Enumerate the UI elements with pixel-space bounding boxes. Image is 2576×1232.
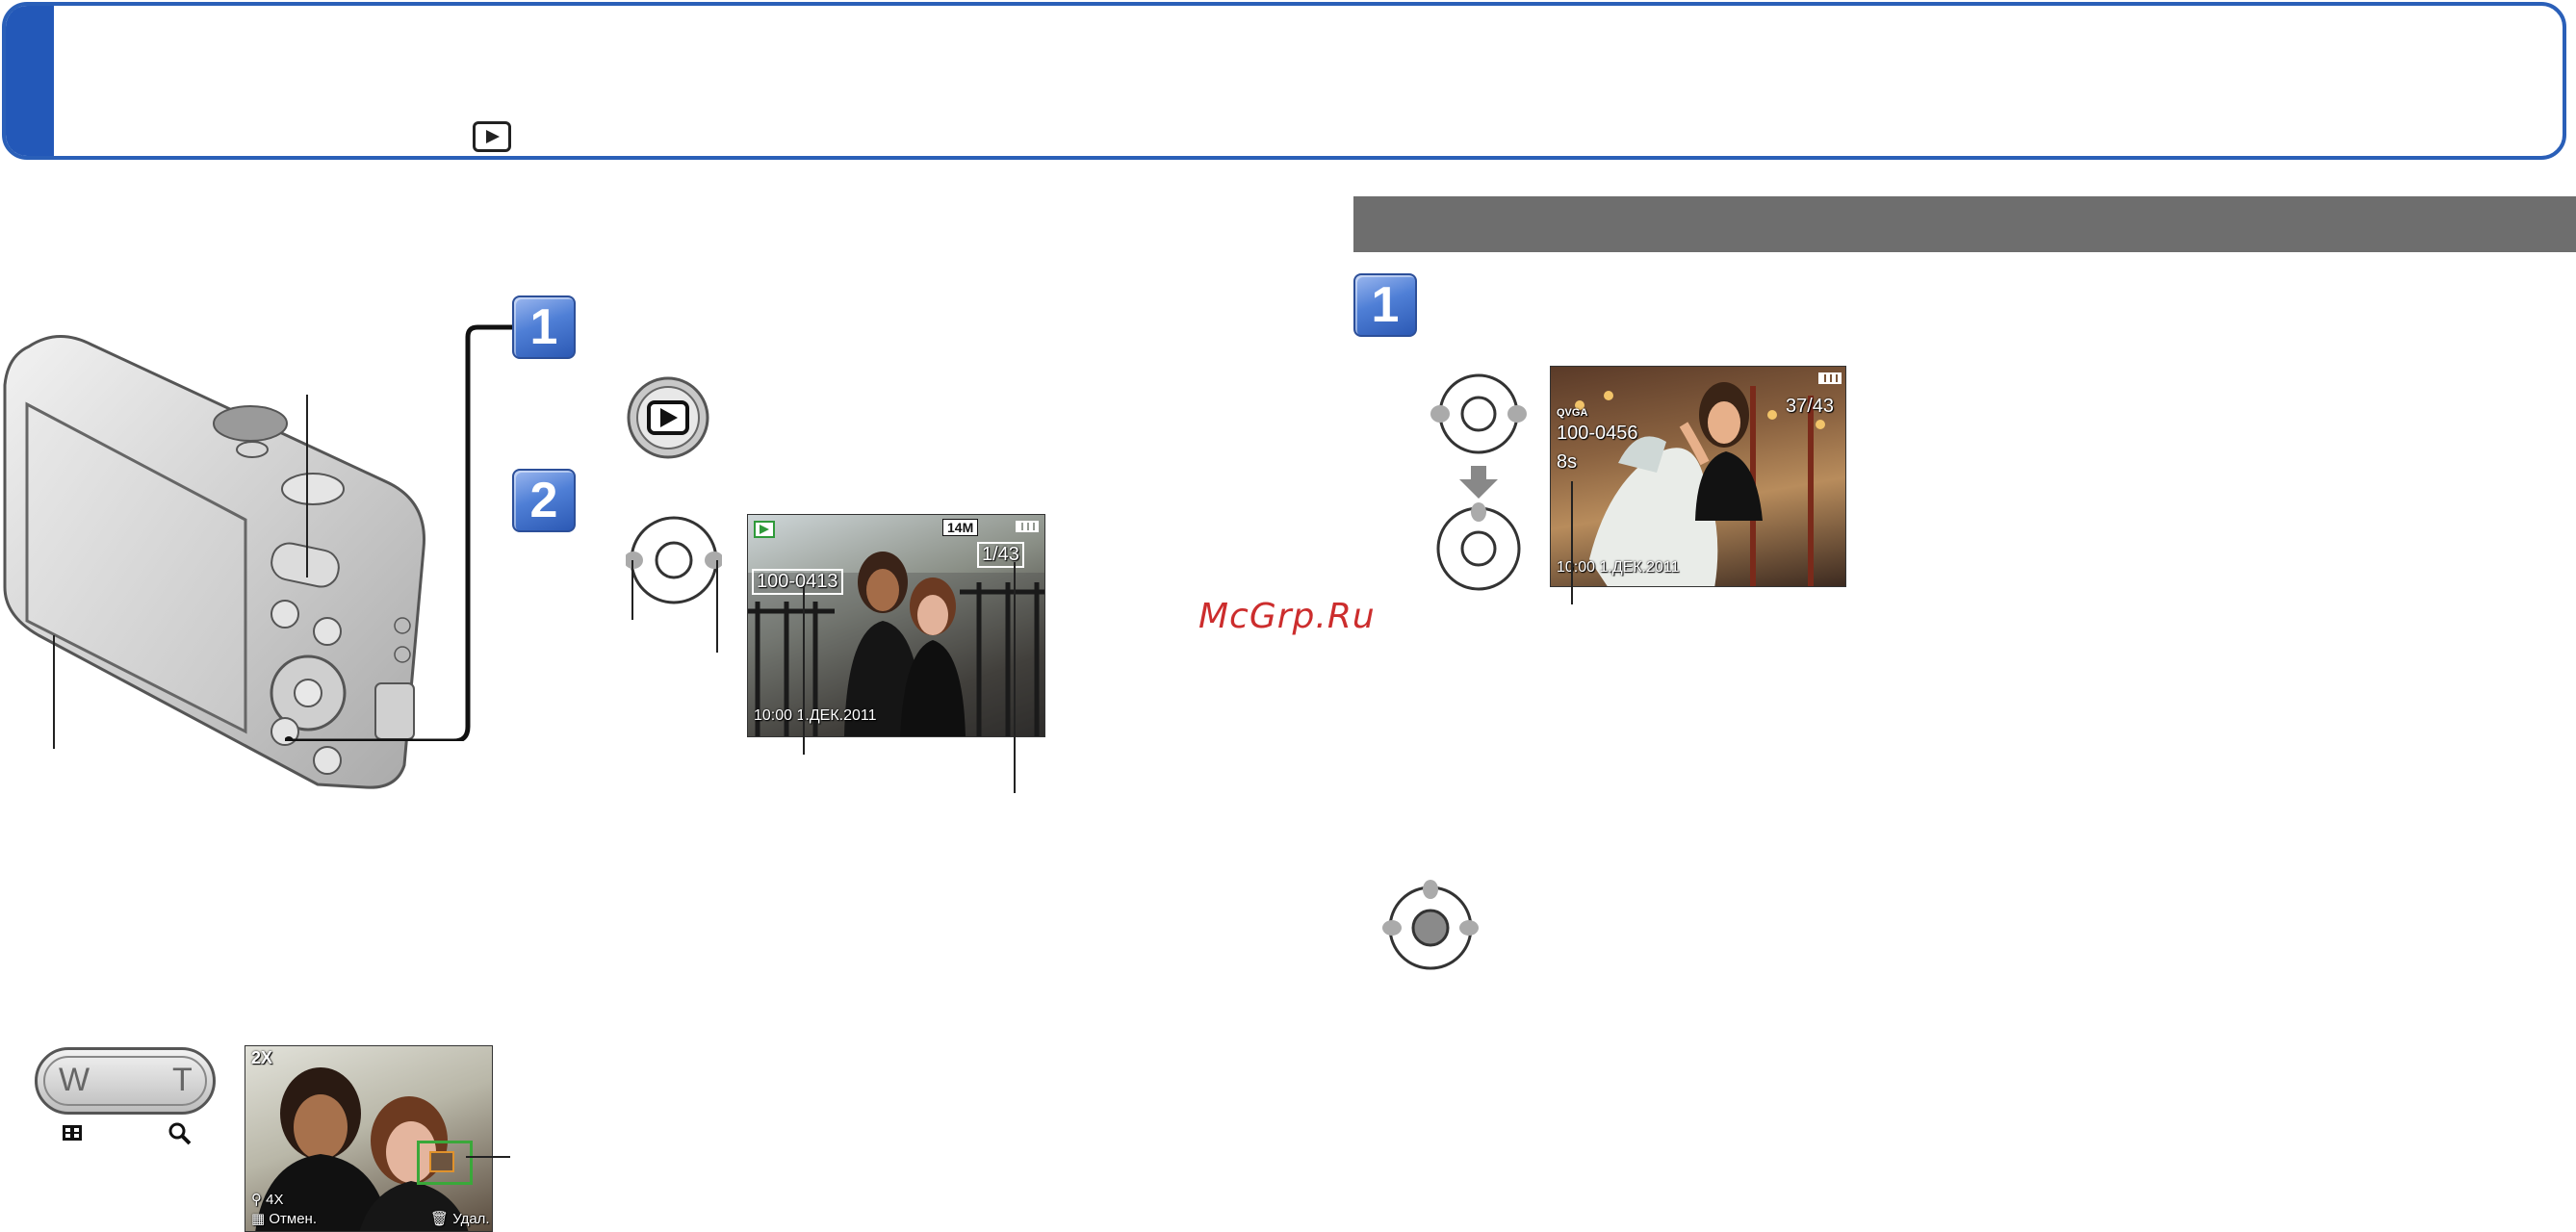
callout-line-counter (1014, 562, 1016, 793)
cursor-pad-left-right-icon (624, 512, 724, 608)
callout-line-screen (53, 635, 55, 749)
video-file-number: 100-0456 (1557, 423, 1638, 444)
cancel-hint-icon: ▦ (251, 1211, 266, 1227)
zoom-area-marker (429, 1151, 454, 1172)
watermark: McGrp.Ru (1198, 597, 1376, 636)
callout-line-zoom-position (466, 1156, 510, 1158)
recording-date: 10:00 1.ДЕК.2011 (754, 707, 877, 724)
header-accent-stripe (6, 6, 54, 156)
zoom-lever: W T (35, 1047, 216, 1115)
playback-mode-indicator-icon (754, 521, 775, 538)
step-badge-1-video: 1 (1353, 273, 1417, 337)
cursor-pad-center-icon (1382, 880, 1479, 976)
battery-icon (1016, 521, 1039, 532)
playback-mode-icon (473, 121, 511, 152)
down-arrow-icon (1459, 466, 1498, 499)
video-duration: 8s (1557, 451, 1578, 473)
magnify-hint-icon: ⚲ (251, 1192, 262, 1208)
callout-line-right (716, 560, 718, 653)
video-recording-date: 10:00 1.ДЕК.2011 (1557, 559, 1680, 576)
playback-button-icon (626, 375, 710, 460)
section-header-bar (1353, 196, 2576, 252)
trash-icon: 🗑 (430, 1211, 450, 1227)
cancel-hint-label: Отмен. (269, 1211, 318, 1227)
callout-line-video-duration (1571, 481, 1573, 604)
magnify-hint-value: 4X (266, 1192, 284, 1208)
cursor-pad-left-right-icon-2 (1429, 372, 1529, 456)
callout-line-left (631, 560, 633, 620)
zoom-level: 2X (251, 1048, 273, 1067)
battery-icon-2 (1818, 372, 1842, 384)
picture-size-badge: 14M (942, 519, 979, 536)
multi-playback-icon (62, 1124, 83, 1142)
playback-screen: 14M 100-0413 1/43 10:00 1.ДЕК.2011 (747, 514, 1045, 737)
delete-hint: 🗑 Удал. (430, 1210, 490, 1227)
file-number-box: 100-0413 (752, 569, 843, 595)
page-header (2, 2, 2566, 160)
cursor-pad-up-icon (1432, 500, 1525, 593)
magnify-hint: ⚲ 4X (251, 1191, 284, 1208)
delete-hint-label: Удал. (452, 1211, 490, 1227)
magnify-icon (168, 1122, 192, 1145)
picture-counter-box: 1/43 (977, 542, 1024, 568)
cancel-hint: ▦ Отмен. (251, 1210, 317, 1227)
file-number: 100-0413 (757, 571, 838, 592)
step-badge-2: 2 (512, 469, 576, 532)
video-counter: 37/43 (1786, 396, 1835, 417)
step-badge-1: 1 (512, 295, 576, 359)
zoom-position-frame (417, 1141, 473, 1185)
zoom-wide-label: W (59, 1062, 90, 1098)
callout-line-file-number (803, 587, 805, 755)
video-playback-screen: QVGA 100-0456 8s 37/43 10:00 1.ДЕК.2011 (1550, 366, 1846, 587)
video-format-label: QVGA (1557, 407, 1588, 419)
zoom-tele-label: T (172, 1062, 193, 1098)
zoom-playback-screen: 2X ⚲ 4X ▦ Отмен. 🗑 Удал. (245, 1045, 493, 1232)
connector-line (284, 318, 516, 746)
